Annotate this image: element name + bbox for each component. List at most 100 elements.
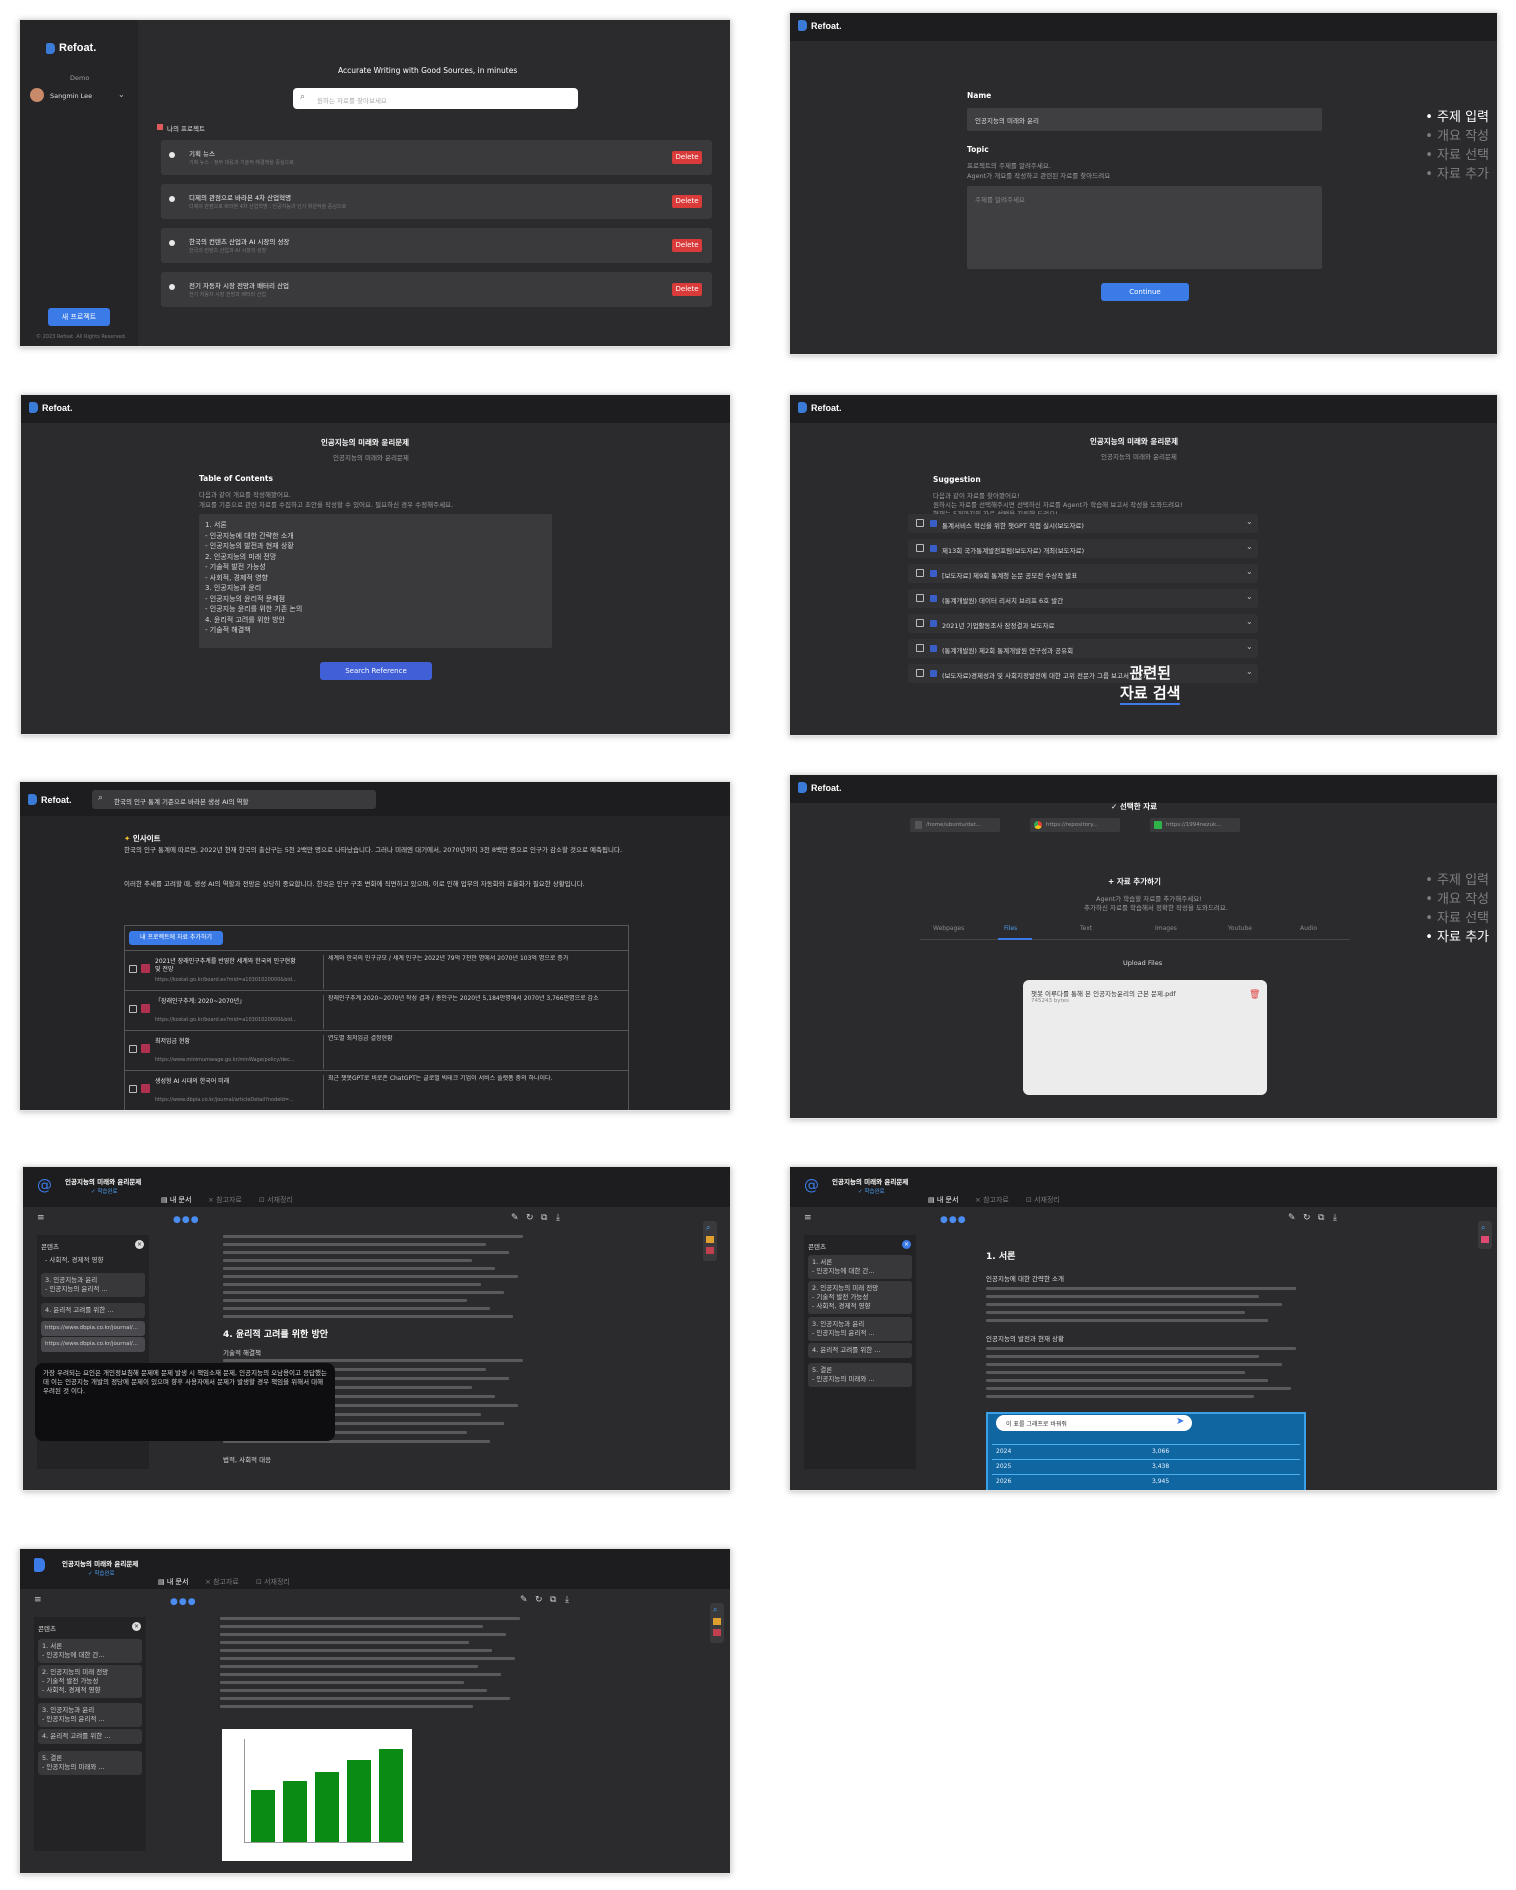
upload-dropzone[interactable]: 챗봇 이루다를 통해 본 인공지능윤리의 근본 문제.pdf 745243 by… bbox=[1023, 980, 1267, 1095]
edit-icon[interactable]: ✎ bbox=[520, 1595, 528, 1605]
add-to-project-button[interactable]: 내 프로젝트에 자료 추가하기 bbox=[129, 931, 223, 945]
image-icon[interactable] bbox=[1481, 1236, 1489, 1243]
tab-audio[interactable]: Audio bbox=[1300, 925, 1317, 932]
trash-icon[interactable]: 🗑 bbox=[1249, 990, 1260, 1000]
reference-link[interactable]: https://www.dbpia.co.kr/journal/... bbox=[41, 1337, 145, 1352]
delete-button[interactable]: Delete bbox=[672, 151, 702, 164]
reference-link[interactable]: https://www.dbpia.co.kr/journal/... bbox=[41, 1321, 145, 1336]
suggestion-row[interactable]: 2021년 기업활동조사 잠정결과 보도자료 ⌄ bbox=[908, 614, 1258, 633]
tab-files[interactable]: Files bbox=[1004, 925, 1017, 932]
refresh-icon[interactable]: ↻ bbox=[526, 1213, 534, 1223]
tab-library[interactable]: ⊡ 서재정리 bbox=[1026, 1195, 1060, 1205]
brand-logo[interactable]: Refoat. bbox=[798, 20, 842, 31]
tab-my-document[interactable]: ▤ 내 문서 bbox=[158, 1577, 188, 1587]
embedded-chart[interactable] bbox=[222, 1729, 412, 1861]
brand-logo[interactable]: Refoat. bbox=[28, 794, 72, 805]
download-icon[interactable]: ⤓ bbox=[1333, 1213, 1337, 1223]
suggestion-row[interactable]: 통계서비스 혁신을 위한 챗GPT 직접 실시(보도자료) ⌄ bbox=[908, 514, 1258, 533]
checkbox[interactable] bbox=[916, 594, 924, 602]
project-row[interactable]: 전기 자동차 시장 전망과 배터리 산업 전기 자동차 시장 전망과 배터리 산… bbox=[161, 272, 712, 307]
refresh-icon[interactable]: ↻ bbox=[535, 1595, 543, 1605]
chart-icon[interactable] bbox=[713, 1629, 721, 1636]
topic-textarea[interactable]: 주제를 알려주세요 bbox=[967, 186, 1322, 269]
tab-references[interactable]: ⨯ 참고자료 bbox=[205, 1577, 239, 1587]
tab-webpages[interactable]: Webpages bbox=[933, 925, 964, 932]
selected-chip[interactable]: /home/ubuntu/dat... bbox=[910, 818, 1000, 832]
checkbox[interactable] bbox=[916, 669, 924, 677]
suggestion-row[interactable]: (통계개발원) 데이터 리서치 브리프 6호 발간 ⌄ bbox=[908, 589, 1258, 608]
toc-textarea[interactable]: 1. 서론 - 인공지능에 대한 간략한 소개 - 인공지능의 발전과 현재 상황 2… bbox=[199, 514, 552, 648]
toc-item[interactable]: 3. 인공지능과 윤리 - 인공지능의 윤리적 ... bbox=[41, 1273, 145, 1297]
result-url[interactable]: https://www.minimumwage.go.kr/minWage/po… bbox=[155, 1057, 295, 1063]
tab-library[interactable]: ⊡ 서재정리 bbox=[259, 1195, 293, 1205]
checkbox[interactable] bbox=[916, 519, 924, 527]
search-icon[interactable]: ⌕ bbox=[1481, 1223, 1485, 1233]
result-url[interactable]: https://kostat.go.kr/board.es?mid=a10301… bbox=[155, 977, 297, 983]
toc-item[interactable]: 2. 인공지능의 미래 전망 - 기술적 발전 가능성 - 사회적, 경제적 영… bbox=[38, 1665, 142, 1698]
chat-input[interactable]: 이 표를 그래프로 바꿔줘 ➤ bbox=[996, 1415, 1192, 1431]
table-row[interactable]: 최저임금 현황 https://www.minimumwage.go.kr/min… bbox=[125, 1030, 628, 1069]
suggestion-row[interactable]: 제13회 국가통계발전포럼(보도자료) 개최(보도자료) ⌄ bbox=[908, 539, 1258, 558]
brand-logo[interactable]: Refoat. bbox=[29, 402, 73, 413]
search-bar[interactable]: ⌕ 원하는 자료를 찾아보세요 bbox=[293, 88, 578, 109]
chevron-down-icon[interactable]: ⌄ bbox=[1246, 642, 1253, 651]
user-menu[interactable]: Sangmin Lee ⌄ bbox=[30, 88, 130, 104]
chevron-down-icon[interactable]: ⌄ bbox=[1246, 542, 1253, 551]
checkbox[interactable] bbox=[129, 965, 137, 973]
tab-text[interactable]: Text bbox=[1080, 925, 1092, 932]
checkbox[interactable] bbox=[916, 544, 924, 552]
tab-my-document[interactable]: ▤ 내 문서 bbox=[161, 1195, 191, 1205]
edit-icon[interactable]: ✎ bbox=[1288, 1213, 1296, 1223]
search-icon[interactable]: ⌕ bbox=[706, 1223, 710, 1233]
chevron-down-icon[interactable]: ⌄ bbox=[1246, 567, 1253, 576]
chart-icon[interactable] bbox=[706, 1247, 714, 1254]
toc-item[interactable]: 5. 결론 - 인공지능의 미래와 ... bbox=[808, 1363, 912, 1387]
delete-button[interactable]: Delete bbox=[672, 239, 702, 252]
suggestion-row[interactable]: (통계개발원) 제2회 통계개발원 연구성과 공유회 ⌄ bbox=[908, 639, 1258, 658]
close-icon[interactable]: × bbox=[902, 1240, 911, 1249]
image-icon[interactable] bbox=[713, 1618, 721, 1625]
download-icon[interactable]: ⤓ bbox=[556, 1213, 560, 1223]
uploaded-file[interactable]: 챗봇 이루다를 통해 본 인공지능윤리의 근본 문제.pdf 745243 by… bbox=[1029, 986, 1261, 1008]
menu-icon[interactable]: ≡ bbox=[34, 1595, 42, 1605]
chevron-down-icon[interactable]: ⌄ bbox=[1246, 667, 1253, 676]
delete-button[interactable]: Delete bbox=[672, 195, 702, 208]
name-input[interactable]: 인공지능의 미래와 윤리 bbox=[967, 108, 1322, 131]
checkbox[interactable] bbox=[916, 619, 924, 627]
suggestion-row[interactable]: [보도자료] 제9회 통계청 논문 공모전 수상작 발표 ⌄ bbox=[908, 564, 1258, 583]
checkbox[interactable] bbox=[129, 1085, 137, 1093]
table-row[interactable]: 「장래인구추계: 2020~2070년」 https://kostat.go.kr… bbox=[125, 990, 628, 1029]
checkbox[interactable] bbox=[129, 1045, 137, 1053]
copy-icon[interactable]: ⧉ bbox=[1318, 1213, 1324, 1223]
edit-icon[interactable]: ✎ bbox=[511, 1213, 519, 1223]
project-row[interactable]: 한국의 컨텐츠 산업과 AI 시장의 성장 한국의 컨텐츠 산업과 AI 시장의… bbox=[161, 228, 712, 263]
project-row[interactable]: 디제의 관점으로 바라본 4차 산업혁명 디제의 관점으로 바라본 4차 산업혁… bbox=[161, 184, 712, 219]
tab-my-document[interactable]: ▤ 내 문서 bbox=[928, 1195, 958, 1205]
tab-youtube[interactable]: Youtube bbox=[1228, 925, 1252, 932]
tab-library[interactable]: ⊡ 서재정리 bbox=[256, 1577, 290, 1587]
continue-button[interactable]: Continue bbox=[1101, 283, 1189, 301]
tab-references[interactable]: ⨯ 참고자료 bbox=[208, 1195, 242, 1205]
toc-item[interactable]: 3. 인공지능과 윤리 - 인공지능의 윤리적 ... bbox=[808, 1317, 912, 1341]
chevron-down-icon[interactable]: ⌄ bbox=[1246, 617, 1253, 626]
table-row[interactable]: 2021년 장래인구추계를 반영한 세계와 한국의 인구현황 및 전망 https… bbox=[125, 950, 628, 989]
toc-item[interactable]: 5. 결론 - 인공지능의 미래와 ... bbox=[38, 1751, 142, 1775]
tab-references[interactable]: ⨯ 참고자료 bbox=[975, 1195, 1009, 1205]
image-icon[interactable] bbox=[706, 1236, 714, 1243]
tab-images[interactable]: Images bbox=[1155, 925, 1177, 932]
search-reference-button[interactable]: Search Reference bbox=[320, 662, 432, 680]
chevron-down-icon[interactable]: ⌄ bbox=[1246, 592, 1253, 601]
project-row[interactable]: 기획 뉴스 기획 뉴스 : 정부 대응과 기술적 해결책을 중심으로 Delet… bbox=[161, 140, 712, 175]
result-url[interactable]: https://www.dbpia.co.kr/journal/articleD… bbox=[155, 1097, 294, 1103]
search-bar[interactable]: ⌕ 한국의 인구 통계 기준으로 바라본 생성 AI의 역할 bbox=[92, 790, 376, 809]
chevron-down-icon[interactable]: ⌄ bbox=[1246, 517, 1253, 526]
toc-item[interactable]: 1. 서론 - 인공지능에 대한 간... bbox=[38, 1639, 142, 1663]
toc-item[interactable]: 1. 서론 - 인공지능에 대한 간... bbox=[808, 1255, 912, 1279]
delete-button[interactable]: Delete bbox=[672, 283, 702, 296]
brand-logo[interactable]: Refoat. bbox=[798, 782, 842, 793]
selected-chip[interactable]: https://1994nezuk... bbox=[1150, 818, 1240, 832]
checkbox[interactable] bbox=[129, 1005, 137, 1013]
copy-icon[interactable]: ⧉ bbox=[541, 1213, 547, 1223]
close-icon[interactable]: × bbox=[132, 1622, 141, 1631]
toc-item[interactable]: 3. 인공지능과 윤리 - 인공지능의 윤리적 ... bbox=[38, 1703, 142, 1727]
